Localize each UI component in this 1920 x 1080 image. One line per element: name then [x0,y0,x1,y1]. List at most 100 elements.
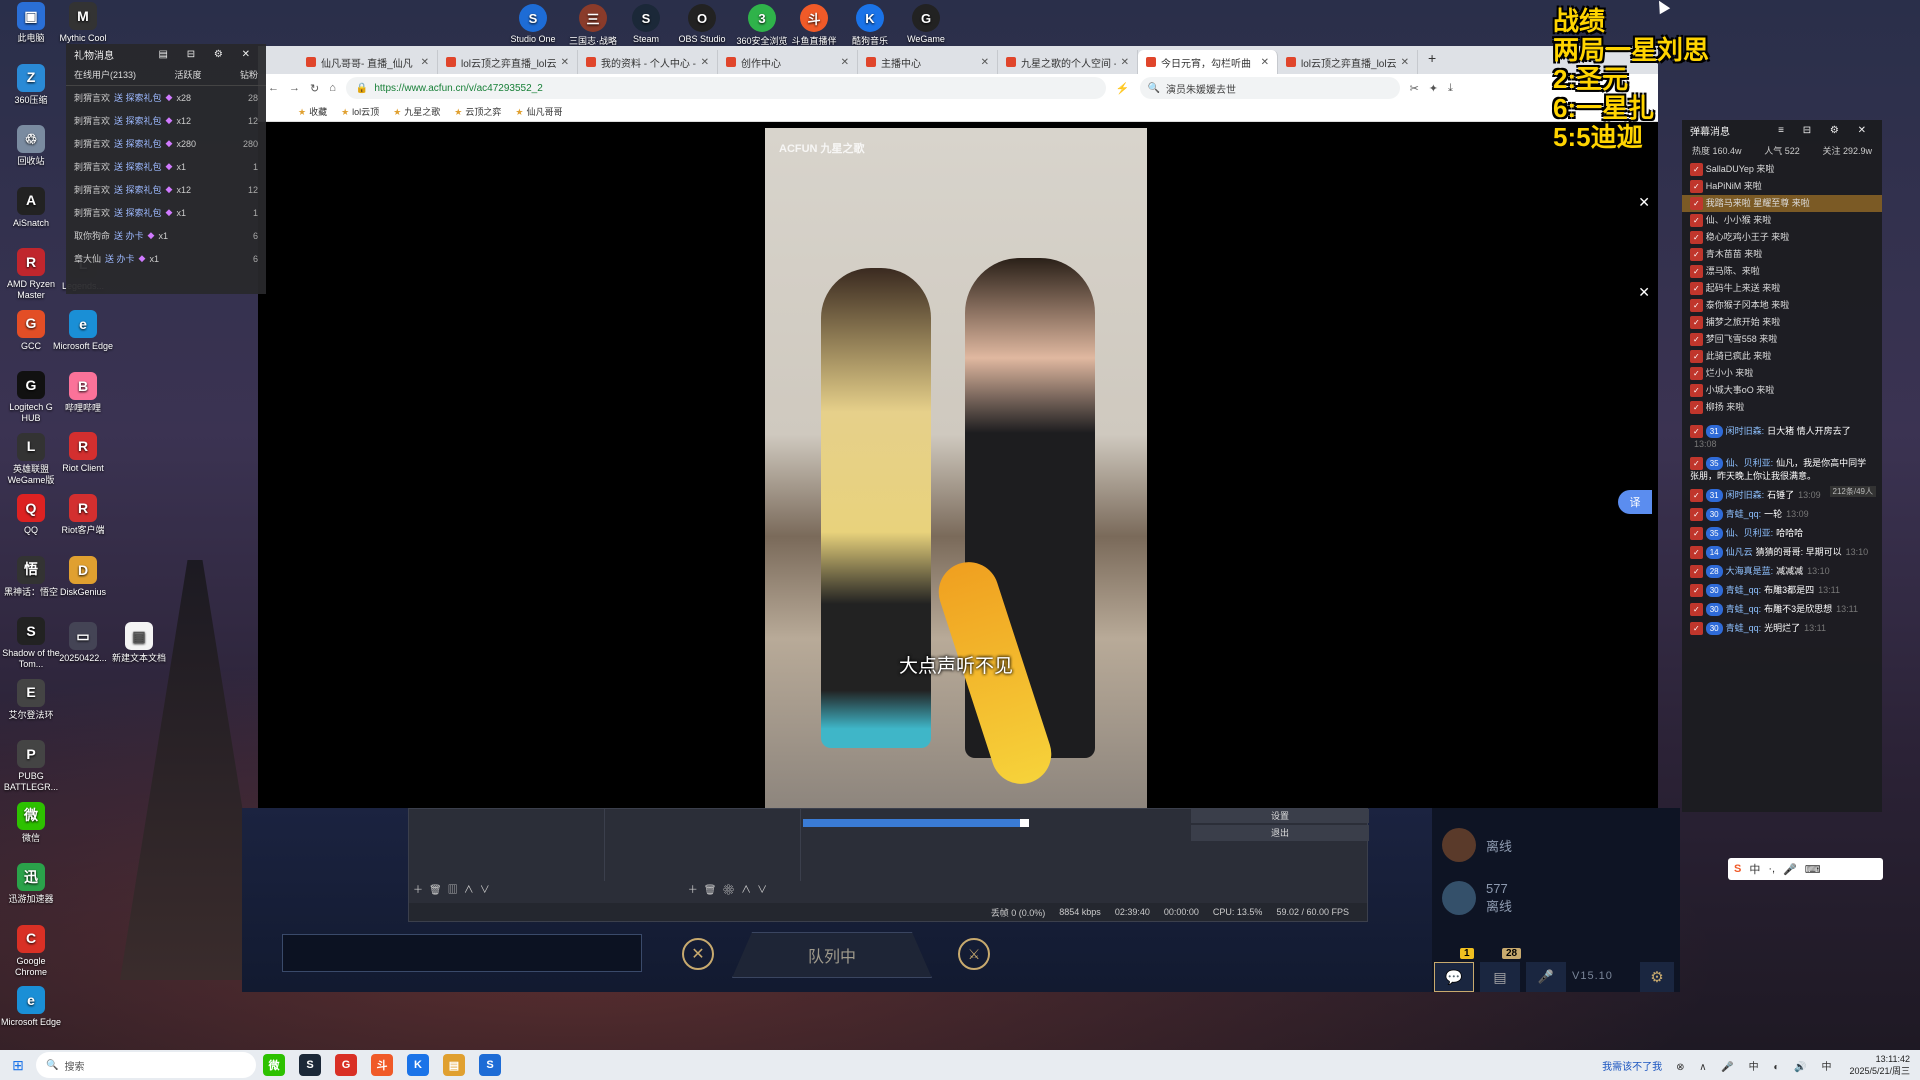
download-icon[interactable]: ⤓ [1448,82,1453,95]
desktop-icon[interactable]: M Mythic Cool [52,2,114,44]
desktop-icon[interactable]: 微微信 [0,801,62,844]
tab-close-icon[interactable]: ✕ [421,57,429,68]
start-icon[interactable]: ⊞ [0,1050,36,1080]
level-badge: 14 [1705,546,1723,559]
tab-close-icon[interactable]: ✕ [981,57,989,68]
chat-button[interactable]: 💬 [1434,962,1474,992]
top-app-icon[interactable]: 三三国志·战略 [563,4,623,47]
chat-input[interactable] [282,934,642,972]
tab-close-icon[interactable]: ✕ [1121,57,1129,68]
browser-tab[interactable]: 主播中心 ✕ [858,50,998,74]
tab-close-icon[interactable]: ✕ [1401,57,1409,68]
desktop-icon[interactable]: A AiSnatch [0,186,62,229]
search-input[interactable]: 🔍 演员朱媛媛去世 [1139,77,1400,99]
wechat-taskbar-icon[interactable]: 微 [263,1054,285,1076]
party-icon[interactable]: ⚔ [958,938,990,970]
voice-button[interactable]: 🎤 [1526,962,1566,992]
bookmark-item[interactable]: ★ 仙凡哥哥 [515,105,562,118]
browser-tab[interactable]: 我的资料 - 个人中心 - ✕ [578,50,718,74]
top-app-icon[interactable]: S Steam [616,4,676,44]
top-app-icon[interactable]: G WeGame [896,4,956,44]
browser-tab[interactable]: 仙凡哥哥- 直播_仙凡 ✕ [298,50,438,74]
browser-tab[interactable]: lol云顶之弈直播_lol云 ✕ [438,50,578,74]
tab-activity[interactable]: 活跃度 [175,68,202,81]
home-icon[interactable]: ⌂ [329,82,336,94]
top-app-icon[interactable]: O OBS Studio [672,4,732,44]
desktop-icon[interactable]: B 哔哩哔哩 [52,372,114,414]
video-frame[interactable]: ACFUN 九星之歌 大点声听不见 [765,128,1147,809]
panel-controls-icon[interactable]: ▤ ⊟ ⚙ ✕ [158,49,258,60]
kugou-taskbar-icon[interactable]: K [407,1054,429,1076]
gift-count: x1 [158,230,168,241]
tab-close-icon[interactable]: ✕ [1261,57,1269,68]
translate-icon[interactable]: 译 [1618,490,1652,514]
bolt-icon[interactable]: ⚡ [1116,82,1130,95]
bookmark-item[interactable]: ★ 收藏 [298,105,327,118]
explorer-taskbar-icon[interactable]: ▤ [443,1054,465,1076]
url-input[interactable]: 🔒 https://www.acfun.cn/v/ac47293552_2 [345,77,1106,99]
entry-text: 梦回飞雪558 来啦 [1705,334,1778,344]
tab-close-icon[interactable]: ✕ [701,57,709,68]
desktop-icon[interactable]: R Riot客户端 [52,494,114,536]
desktop-icon[interactable]: R Riot Client [52,432,114,474]
desktop: { "top_icons":[ {"label":"Studio One","c… [0,0,1920,1080]
extension-icon[interactable]: ✂ [1410,82,1419,95]
taskbar-search[interactable]: 🔍 搜索 [36,1052,256,1078]
desktop-icon[interactable]: E 艾尔登法环 [0,678,62,721]
top-app-icon[interactable]: 斗斗鱼直播伴 [784,4,844,47]
top-app-icon[interactable]: 3 360安全浏览 [732,4,792,47]
desktop-icon[interactable]: e Microsoft Edge [52,310,114,352]
side-close-icon-2[interactable]: ✕ [1638,284,1650,301]
settings-gear-icon[interactable]: ⚙ [1640,962,1674,992]
tab-close-icon[interactable]: ✕ [841,57,849,68]
douyu-taskbar-icon[interactable]: 斗 [371,1054,393,1076]
panel-controls-icon[interactable]: ≡ ⊟ ⚙ ✕ [1778,125,1874,136]
reload-icon[interactable]: ↻ [310,82,319,95]
desktop-icon[interactable]: ♲ 回收站 [0,125,62,167]
desktop-icon-label: Riot Client [62,463,104,473]
tray-icons[interactable]: ⊗ ∧ 🎤 中 ◐ 🔊 中 [1676,1058,1837,1073]
app-icon: O [688,4,716,32]
chrome-taskbar-icon[interactable]: G [335,1054,357,1076]
browser-tab[interactable]: lol云顶之弈直播_lol云 ✕ [1278,50,1418,74]
danmaku-panel: 弹幕消息 ≡ ⊟ ⚙ ✕ 热度 160.4w 人气 522 关注 292.9w … [1682,120,1882,812]
entry-text: 泰你猴子冈本地 来啦 [1705,300,1790,310]
ime-toolbar[interactable]: S 中 ·, 🎤 ⌨ [1728,858,1883,880]
new-tab-button[interactable]: + [1418,50,1446,74]
top-app-icon[interactable]: S Studio One [503,4,563,44]
side-close-icon[interactable]: ✕ [1638,194,1650,211]
browser-tab[interactable]: 今日元宵，勾栏听曲 ✕ [1138,50,1278,74]
friend-row[interactable]: 离线 [1442,828,1512,862]
desktop-file-icon[interactable]: ▤ 新建文本文档 [108,622,170,664]
obs-settings-button[interactable]: 设置 [1191,809,1369,823]
desktop-icon[interactable]: e Microsoft Edge [0,986,62,1028]
bookmark-item[interactable]: ★ 云顶之弈 [454,105,501,118]
forward-icon[interactable]: → [289,82,300,94]
tab-online-users[interactable]: 在线用户(2133) [74,68,136,81]
puzzle-icon[interactable]: ✦ [1429,82,1438,95]
tab-diamond-fans[interactable]: 钻粉 [240,68,258,81]
cancel-queue-icon[interactable]: ✕ [682,938,714,970]
clock[interactable]: 13:11:42 2025/5/21/周三 [1849,1053,1910,1077]
obs-exit-button[interactable]: 退出 [1191,825,1369,841]
chat-time: 13:08 [1694,439,1717,449]
browser-tab[interactable]: 创作中心 ✕ [718,50,858,74]
tray-text[interactable]: 我需该不了我 [1602,1058,1662,1073]
steam-taskbar-icon[interactable]: S [299,1054,321,1076]
desktop-icon[interactable]: C Google Chrome [0,924,62,978]
missions-button[interactable]: ▤ [1480,962,1520,992]
bookmark-item[interactable]: ★ 九星之歌 [393,105,440,118]
top-app-icon[interactable]: K 酷狗音乐 [840,4,900,47]
friend-row[interactable]: 577 离线 [1442,880,1512,916]
desktop-icon[interactable]: ▭ 20250422... [52,622,114,664]
desktop-icon[interactable]: D DiskGenius [52,556,114,598]
back-icon[interactable]: ← [268,82,279,94]
desktop-icon[interactable]: P PUBG BATTLEGR... [0,740,62,793]
desktop-icon[interactable]: 迅迅游加速器 [0,863,62,905]
browser-tab[interactable]: 九星之歌的个人空间 - ✕ [998,50,1138,74]
bookmark-item[interactable]: ★ lol云顶 [341,105,379,118]
desktop-icon[interactable]: Z 360压缩 [0,63,62,106]
chat-list: ✓ 31 闲时旧森: 日大猪 情人开房去了13:08 ✓ 35 仙、贝利亚: 仙凡，我是你高中… [1682,422,1882,638]
studio-one-taskbar-icon[interactable]: S [479,1054,501,1076]
tab-close-icon[interactable]: ✕ [561,57,569,68]
